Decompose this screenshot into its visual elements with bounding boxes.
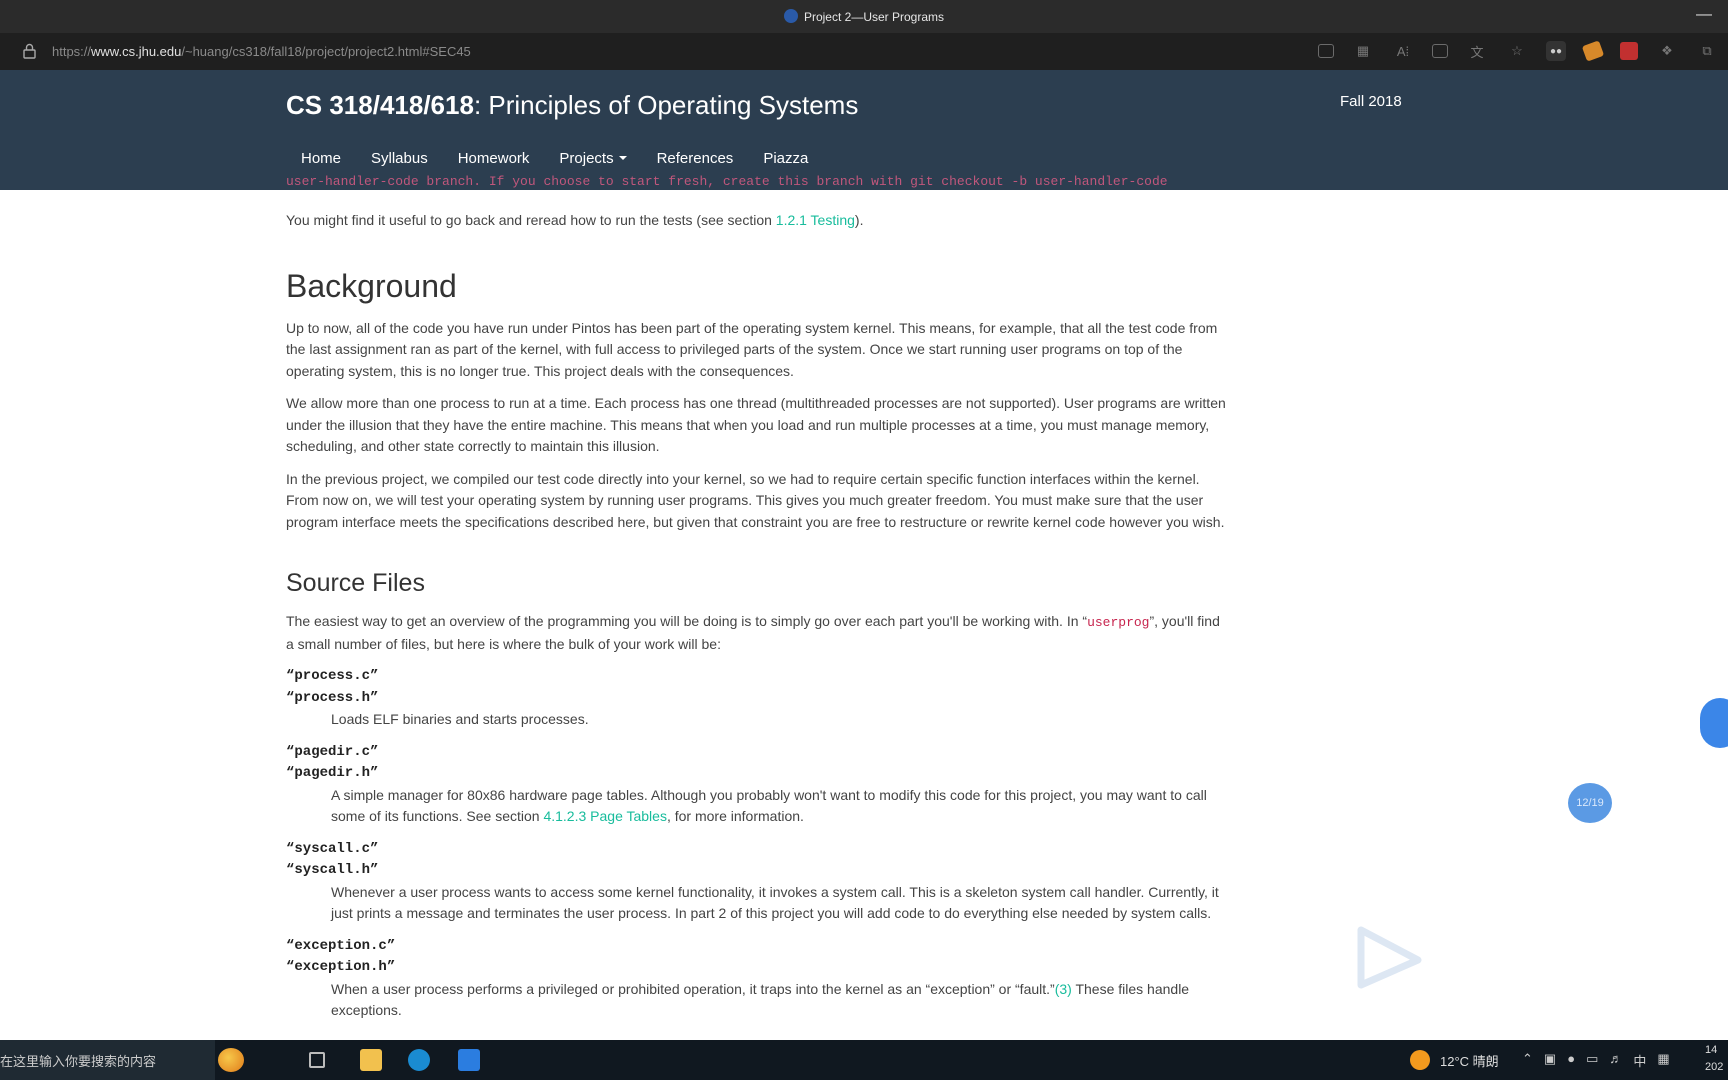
- edge-icon[interactable]: [408, 1049, 430, 1071]
- file-name: “process.h”: [286, 689, 379, 706]
- window-title: Project 2—User Programs: [803, 10, 945, 24]
- app-icon[interactable]: [458, 1049, 480, 1071]
- clock-time: 14: [1705, 1044, 1718, 1056]
- file-description: A simple manager for 80x86 hardware page…: [331, 785, 1231, 828]
- split-screen-icon[interactable]: [1432, 44, 1448, 58]
- url-path: /~huang/cs318/fall18/project/project2.ht…: [181, 44, 471, 59]
- file-description: Loads ELF binaries and starts processes.: [331, 711, 589, 727]
- reader-view-icon[interactable]: [1318, 44, 1334, 58]
- read-aloud-icon[interactable]: A⁞: [1392, 40, 1414, 62]
- nav-syllabus[interactable]: Syllabus: [356, 150, 443, 167]
- extensions-icon[interactable]: ❖: [1656, 40, 1678, 62]
- file-explorer-icon[interactable]: [360, 1049, 382, 1071]
- task-view-icon[interactable]: [309, 1052, 325, 1068]
- testing-link[interactable]: 1.2.1 Testing: [776, 212, 855, 228]
- keyboard-icon[interactable]: ▦: [1657, 1051, 1669, 1070]
- immersive-icon[interactable]: ▦: [1352, 40, 1374, 62]
- window-title-wrap: Project 2—User Programs: [0, 9, 1728, 24]
- file-name: “process.c”: [286, 668, 379, 684]
- minimize-button[interactable]: —: [1696, 6, 1712, 24]
- file-name: “exception.h”: [286, 959, 396, 975]
- browser-toolbar: ▦ A⁞ 文 ☆ ●● ❖ ⧉: [1318, 40, 1718, 62]
- nav-homework[interactable]: Homework: [443, 150, 545, 167]
- desc-after: , for more information.: [666, 808, 804, 824]
- battery-icon[interactable]: ▭: [1586, 1051, 1598, 1070]
- nav-projects-label: Projects: [559, 150, 614, 167]
- favorite-icon[interactable]: ☆: [1506, 40, 1528, 62]
- search-orb-icon[interactable]: [218, 1048, 244, 1072]
- background-heading: Background: [286, 267, 457, 304]
- weather-text[interactable]: 12°C 晴朗: [1440, 1051, 1499, 1070]
- cutoff-text: user-handler-code branch. If you choose …: [286, 174, 1168, 189]
- background-paragraph-3: In the previous project, we compiled our…: [286, 470, 1225, 530]
- clock[interactable]: 14 202: [1705, 1042, 1728, 1076]
- source-file-list: “process.c” “process.h” Loads ELF binari…: [286, 666, 1231, 1022]
- testing-text-after: ).: [854, 212, 864, 228]
- main-nav: Home Syllabus Homework Projects Referenc…: [286, 150, 823, 167]
- extension-icon[interactable]: ●●: [1546, 41, 1566, 61]
- testing-text-before: You might find it useful to go back and …: [286, 212, 776, 228]
- translate-icon[interactable]: 文: [1466, 40, 1488, 62]
- network-icon[interactable]: ▣: [1544, 1051, 1556, 1070]
- file-name: “exception.c”: [286, 937, 396, 954]
- file-name: “pagedir.h”: [286, 765, 379, 781]
- testing-paragraph: You might find it useful to go back and …: [286, 210, 1231, 232]
- background-paragraph-1: Up to now, all of the code you have run …: [286, 319, 1218, 379]
- taskbar: 在这里输入你要搜索的内容 12°C 晴朗 ⌃ ▣ ● ▭ ♬ 中 ▦ 14 20…: [0, 1040, 1728, 1080]
- course-title: : Principles of Operating Systems: [473, 90, 859, 120]
- term-label: Fall 2018: [1340, 93, 1402, 110]
- footnote-link[interactable]: (3): [1055, 981, 1072, 997]
- file-name: “pagedir.c”: [286, 743, 379, 760]
- microphone-icon[interactable]: ●: [1567, 1051, 1575, 1070]
- userprog-code: userprog: [1087, 615, 1150, 630]
- url-host: www.cs.jhu.edu: [91, 44, 182, 59]
- page-tables-link[interactable]: 4.1.2.3 Page Tables: [543, 808, 667, 824]
- url-text[interactable]: https://www.cs.jhu.edu/~huang/cs318/fall…: [52, 44, 471, 59]
- nav-references[interactable]: References: [642, 150, 749, 167]
- desc-before: When a user process performs a privilege…: [331, 980, 1055, 997]
- lock-icon[interactable]: [23, 43, 36, 59]
- clock-date: 202: [1705, 1061, 1724, 1073]
- page-counter-badge[interactable]: 12/19: [1568, 783, 1612, 823]
- site-brand[interactable]: CS 318/418/618: Principles of Operating …: [286, 90, 858, 121]
- course-code: CS 318/418/618: [286, 90, 474, 120]
- weather-icon[interactable]: [1410, 1050, 1430, 1070]
- player-watermark-icon: [1357, 926, 1422, 989]
- source-files-intro: The easiest way to get an overview of th…: [286, 611, 1231, 655]
- intro-before: The easiest way to get an overview of th…: [286, 613, 1088, 629]
- window-titlebar: Project 2—User Programs —: [0, 0, 1728, 33]
- extension-icon-3[interactable]: [1620, 42, 1638, 60]
- site-favicon-icon: [783, 9, 798, 23]
- volume-icon[interactable]: ♬: [1609, 1051, 1622, 1070]
- collections-icon[interactable]: ⧉: [1696, 40, 1718, 62]
- file-name: “syscall.h”: [286, 862, 379, 878]
- nav-home[interactable]: Home: [286, 150, 356, 167]
- side-float-icon[interactable]: [1700, 698, 1728, 748]
- file-description: Whenever a user process wants to access …: [331, 883, 1219, 922]
- caret-down-icon: [618, 156, 627, 160]
- ime-indicator[interactable]: 中: [1633, 1051, 1646, 1070]
- file-name: “syscall.c”: [286, 840, 379, 857]
- main-content: You might find it useful to go back and …: [286, 190, 1231, 1033]
- source-files-heading: Source Files: [286, 569, 425, 597]
- background-paragraph-2: We allow more than one process to run at…: [286, 395, 1226, 454]
- file-description: When a user process performs a privilege…: [331, 979, 1231, 1022]
- url-prefix: https://: [52, 44, 92, 59]
- system-tray: ⌃ ▣ ● ▭ ♬ 中 ▦: [1522, 1051, 1670, 1070]
- nav-piazza[interactable]: Piazza: [748, 150, 823, 167]
- extension-icon-2[interactable]: [1581, 40, 1605, 62]
- taskbar-search[interactable]: 在这里输入你要搜索的内容: [0, 1040, 215, 1080]
- site-navbar: CS 318/418/618: Principles of Operating …: [0, 70, 1728, 190]
- nav-projects[interactable]: Projects: [544, 150, 641, 167]
- chevron-up-icon[interactable]: ⌃: [1522, 1051, 1533, 1070]
- address-bar[interactable]: https://www.cs.jhu.edu/~huang/cs318/fall…: [0, 33, 1728, 70]
